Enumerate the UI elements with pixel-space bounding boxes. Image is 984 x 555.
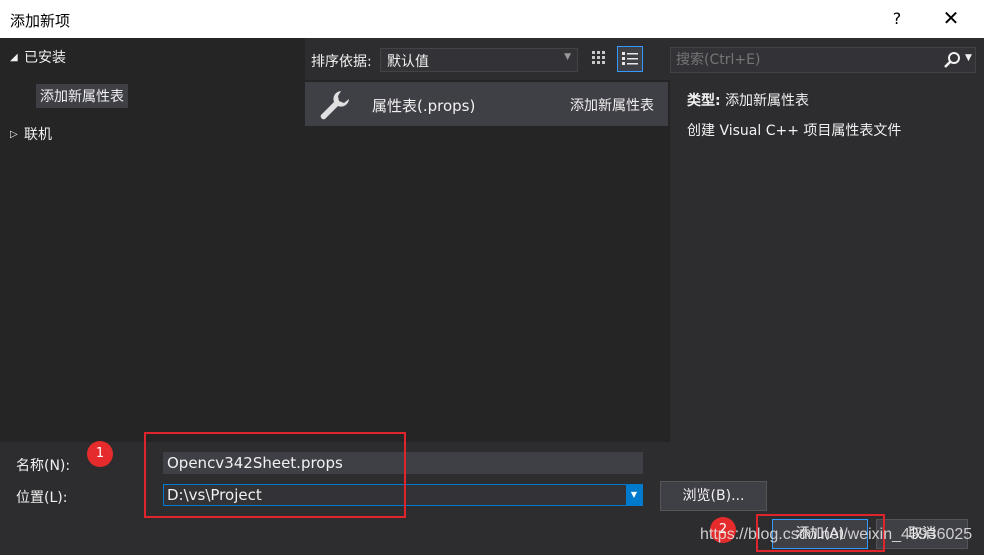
details-description: 创建 Visual C++ 项目属性表文件 [687, 123, 902, 139]
sort-dropdown[interactable]: 默认值 ▼ [380, 48, 578, 72]
location-label: 位置(L): [16, 490, 68, 506]
template-category: 添加新属性表 [570, 98, 654, 114]
window-title: 添加新项 [10, 12, 71, 30]
grid-view-icon [592, 51, 605, 64]
help-button[interactable]: ? [885, 9, 909, 31]
location-field[interactable]: D:\vs\Project ▼ [163, 484, 643, 506]
name-field[interactable]: Opencv342Sheet.props [163, 452, 643, 474]
tree-node-add-property-sheet[interactable]: 添加新属性表 [36, 84, 128, 108]
sort-label: 排序依据: [311, 54, 372, 70]
location-dropdown-chevron-icon[interactable]: ▼ [626, 485, 642, 505]
template-item-property-sheet[interactable]: 属性表(.props) 添加新属性表 [305, 82, 668, 126]
sort-bar: 排序依据: 默认值 ▼ [305, 38, 670, 80]
name-label: 名称(N): [16, 458, 71, 474]
list-view-icon [622, 52, 638, 65]
search-input[interactable] [676, 50, 931, 70]
chevron-down-icon: ▼ [564, 52, 571, 62]
collapse-arrow-icon: ▷ [10, 128, 18, 140]
template-tree: ◢ 已安装 添加新属性表 ▷ 联机 [0, 38, 305, 442]
wrench-icon [320, 91, 349, 120]
search-icon[interactable] [943, 51, 961, 69]
search-options-chevron-icon[interactable]: ▼ [965, 53, 972, 63]
title-bar: 添加新项 ? ✕ [0, 0, 984, 38]
list-view-button[interactable] [617, 46, 643, 72]
tree-node-online[interactable]: ▷ 联机 [10, 124, 52, 144]
annotation-badge-2: 2 [710, 517, 736, 543]
grid-view-button[interactable] [586, 46, 612, 72]
close-button[interactable]: ✕ [936, 6, 966, 32]
template-name: 属性表(.props) [372, 97, 476, 115]
add-button[interactable]: 添加(A) [772, 519, 868, 549]
details-type-label: 类型: [687, 93, 721, 109]
cancel-button[interactable]: 取消 [876, 519, 968, 549]
annotation-badge-1: 1 [87, 441, 113, 467]
details-type: 类型: 添加新属性表 [687, 90, 809, 110]
details-type-value: 添加新属性表 [725, 93, 810, 109]
browse-button[interactable]: 浏览(B)... [660, 481, 767, 511]
location-value: D:\vs\Project [167, 486, 262, 504]
sort-selected-value: 默认值 [387, 54, 429, 70]
tree-node-installed[interactable]: ◢ 已安装 [10, 47, 66, 67]
expand-arrow-icon: ◢ [10, 51, 18, 63]
tree-node-label: 联机 [24, 127, 52, 143]
tree-node-label: 已安装 [24, 50, 66, 66]
search-box[interactable]: ▼ [670, 47, 976, 73]
